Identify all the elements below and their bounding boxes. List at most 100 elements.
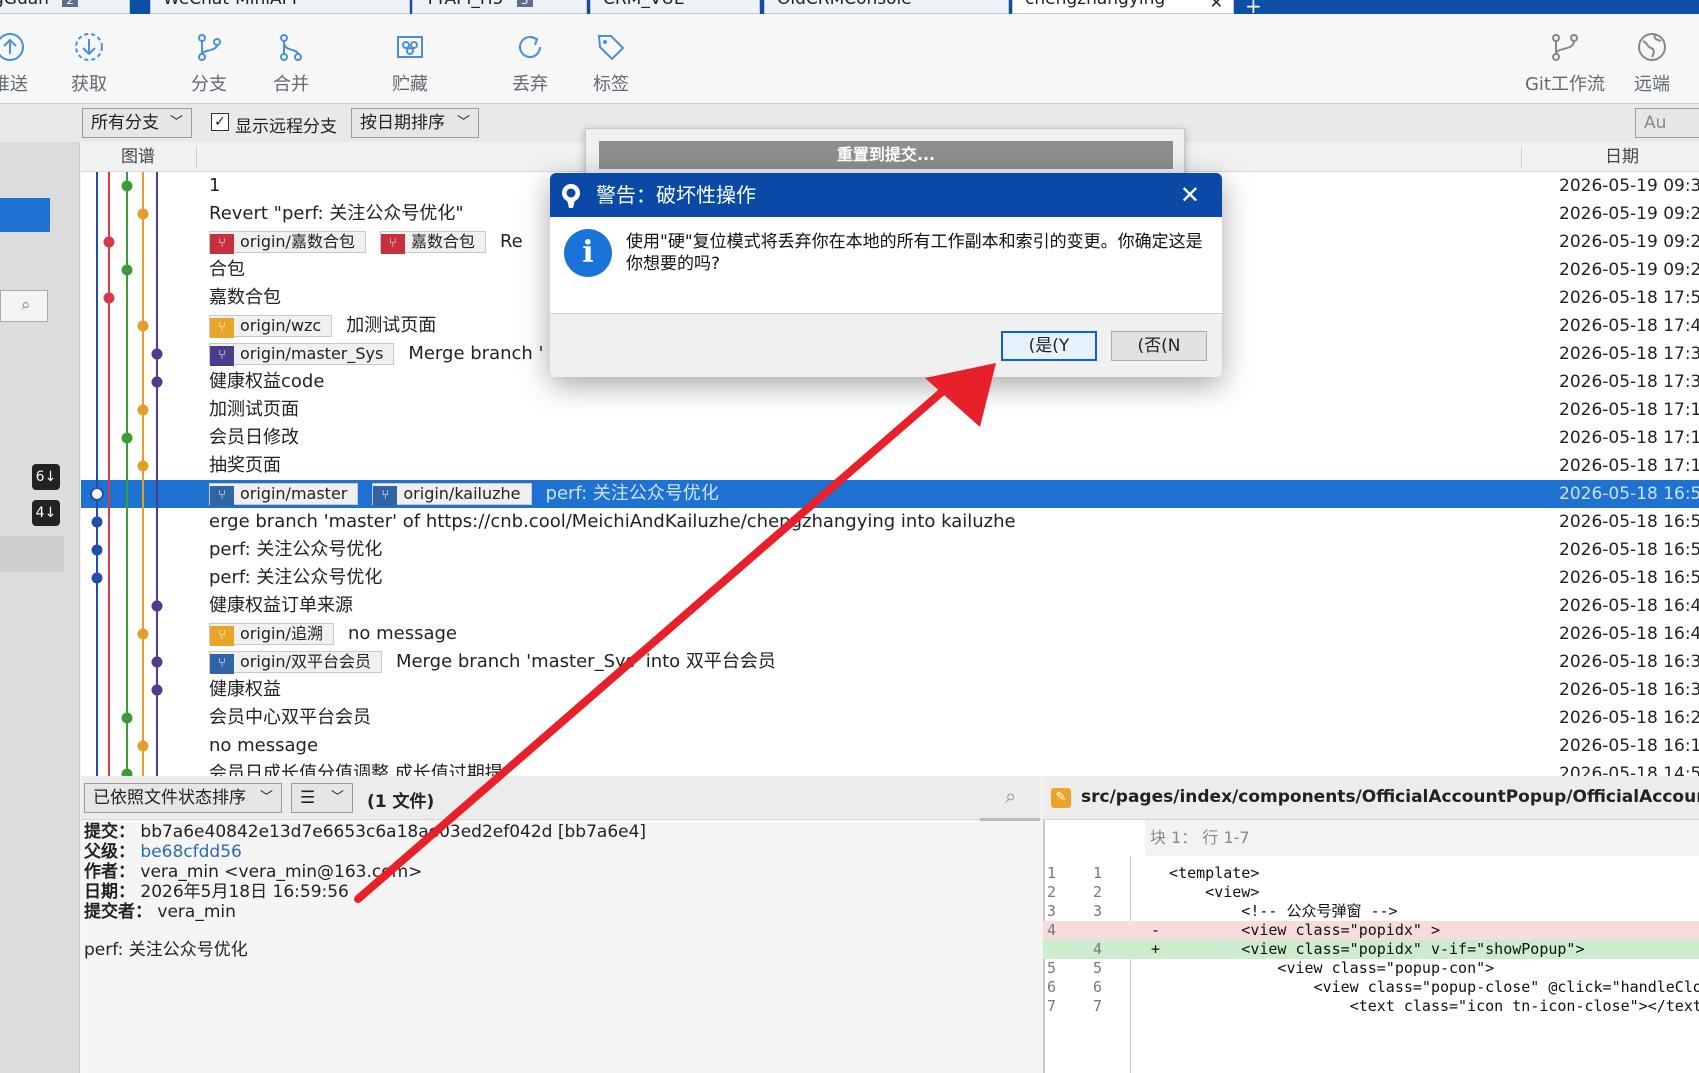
tab-label: gGuan [0, 0, 49, 9]
commit-summary: 健康权益订单来源 [209, 595, 353, 616]
file-view-select[interactable]: ☰ ﹀ [291, 783, 353, 813]
search-icon[interactable]: ⌕ [1005, 784, 1016, 808]
merge-button[interactable]: 合并 [256, 30, 326, 96]
commit-summary: 健康权益 [209, 679, 281, 700]
commit-graph [90, 172, 163, 776]
sidebar-selected-item[interactable] [0, 198, 50, 232]
search-field[interactable]: Au [1635, 108, 1699, 138]
diff-line-added[interactable]: 4 + <view class="popidx" v-if="showPopup"… [1043, 940, 1699, 959]
commit-author: vera_min <vera_min@163.com> [140, 862, 423, 882]
commit-row[interactable]: perf: 关注公众号优化 2026-05-18 16:5 [81, 564, 1699, 592]
commit-summary: 健康权益code [209, 371, 325, 392]
dialog-title-bar[interactable]: 警告：破坏性操作 ✕ [550, 173, 1222, 217]
file-sort-value: 已依照文件状态排序 [93, 788, 246, 808]
commit-row[interactable]: 会员中心双平台会员 2026-05-18 16:2 [81, 704, 1699, 732]
branch-button[interactable]: 分支 [174, 30, 244, 96]
stash-button[interactable]: 贮藏 [375, 30, 445, 96]
commit-summary: Re [499, 231, 523, 252]
show-remote-label: 显示远程分支 [235, 117, 337, 137]
parent-hash-link[interactable]: be68cfdd56 [140, 842, 241, 862]
diff-line[interactable]: 5 5 <view class="popup-con"> [1043, 959, 1699, 978]
commit-row[interactable]: ⑂ origin/追溯 no message 2026-05-18 16:4 [81, 620, 1699, 648]
branch-label[interactable]: ⑂ 嘉数合包 [379, 231, 486, 254]
commit-row[interactable]: 会员日修改 2026-05-18 17:1 [81, 424, 1699, 452]
fetch-button[interactable]: 获取 [54, 30, 124, 96]
committer: vera_min [157, 902, 236, 922]
behind-count-badge: 4↓ [32, 500, 60, 526]
close-icon[interactable]: ✕ [1180, 173, 1200, 217]
commit-row[interactable]: erge branch 'master' of https://cnb.cool… [81, 508, 1699, 536]
commit-row[interactable]: 抽奖页面 2026-05-18 17:1 [81, 452, 1699, 480]
commit-date-cell: 2026-05-18 14:5 [1559, 764, 1699, 776]
commit-row-message: 会员日修改 [209, 424, 299, 452]
column-header-graph[interactable]: 图谱 [121, 142, 155, 172]
tab-label: chengzhangying [1025, 0, 1165, 9]
branch-label[interactable]: ⑂ origin/master [209, 483, 359, 506]
commit-summary: perf: 关注公众号优化 [209, 539, 383, 560]
commit-date-cell: 2026-05-18 16:3 [1559, 652, 1699, 672]
commit-row-message: 加测试页面 [209, 396, 299, 424]
tab-repo-4[interactable]: CRM_VUE [590, 0, 760, 14]
file-sort-select[interactable]: 已依照文件状态排序 ﹀ [84, 783, 282, 813]
tab-close-icon[interactable]: ✕ [1210, 0, 1223, 11]
discard-button[interactable]: 丢弃 [495, 30, 565, 96]
commit-row[interactable]: 健康权益 2026-05-18 16:3 [81, 676, 1699, 704]
branch-label[interactable]: ⑂ origin/双平台会员 [209, 651, 382, 674]
commit-row-message: 健康权益code [209, 368, 324, 396]
diff-code: <text class="icon tn-icon-close"></text [1151, 997, 1699, 1015]
tab-repo-2[interactable]: WeChat-MiniAPI [150, 0, 410, 14]
destructive-warning-dialog: 警告：破坏性操作 ✕ i 使用"硬"复位模式将丢弃你在本地的所有工作副本和索引的… [550, 173, 1222, 377]
no-button[interactable]: (否(N [1111, 331, 1207, 361]
tab-repo-3[interactable]: YYAPI_H5 3 [412, 0, 587, 14]
commit-row[interactable]: 会员日成长值分值调整 成长值过期提 2026-05-18 14:5 [81, 760, 1699, 776]
commit-row[interactable]: ⑂ origin/双平台会员 Merge branch 'master_Sys' i… [81, 648, 1699, 676]
diff-line[interactable]: 3 3 <!-- 公众号弹窗 --> [1043, 902, 1699, 921]
detail-label: 作者： [84, 862, 135, 882]
tab-repo-active[interactable]: chengzhangying ✕ [1012, 0, 1234, 14]
commit-date-cell: 2026-05-19 09:2 [1559, 260, 1699, 280]
diff-line[interactable]: 7 7 <text class="icon tn-icon-close"></te… [1043, 997, 1699, 1016]
commit-summary: erge branch 'master' of https://cnb.cool… [209, 511, 1016, 532]
branch-label[interactable]: ⑂ origin/追溯 [209, 623, 334, 646]
diff-line[interactable]: 6 6 <view class="popup-close" @click="han… [1043, 978, 1699, 997]
diff-line[interactable]: 1 1 <template> [1043, 864, 1699, 883]
branch-label[interactable]: ⑂ origin/kailuzhe [372, 483, 532, 506]
splitter-handle[interactable] [980, 818, 1040, 821]
new-tab-button[interactable]: + [1245, 0, 1262, 14]
commit-row-message: 抽奖页面 [209, 452, 281, 480]
branch-label[interactable]: ⑂ origin/wzc [209, 315, 333, 338]
sort-select[interactable]: 按日期排序 ﹀ [351, 108, 479, 138]
commit-row[interactable]: 加测试页面 2026-05-18 17:1 [81, 396, 1699, 424]
commit-row[interactable]: no message 2026-05-18 16:1 [81, 732, 1699, 760]
diff-line-removed[interactable]: 4 - <view class="popidx" > [1043, 921, 1699, 940]
commit-date-cell: 2026-05-18 16:2 [1559, 708, 1699, 728]
sidebar-search-input[interactable]: ⌕ [0, 290, 48, 322]
branch-label[interactable]: ⑂ origin/嘉数合包 [209, 231, 366, 254]
tab-repo-1[interactable]: gGuan 2 [0, 0, 130, 14]
column-header-date[interactable]: 日期 [1605, 142, 1639, 172]
push-button[interactable]: 推送 [0, 30, 45, 96]
branch-label[interactable]: ⑂ origin/master_Sys [209, 343, 395, 366]
yes-button[interactable]: (是(Y [1001, 331, 1097, 361]
commit-date-cell: 2026-05-18 17:3 [1559, 344, 1699, 364]
branch-filter-select[interactable]: 所有分支 ﹀ [82, 108, 192, 138]
commit-summary: perf: 关注公众号优化 [209, 567, 383, 588]
commit-row-message: 会员中心双平台会员 [209, 704, 371, 732]
commit-date-cell: 2026-05-18 17:1 [1559, 428, 1699, 448]
commit-row[interactable]: ⑂ origin/master ⑂ origin/kailuzhe perf: 关注公众… [81, 480, 1699, 508]
chevron-down-icon: ﹀ [259, 790, 273, 805]
tab-repo-5[interactable]: OldCRMConsole [764, 0, 1009, 14]
branch-name: 嘉数合包 [410, 232, 475, 251]
show-remote-checkbox[interactable]: ✓ [211, 113, 229, 131]
search-icon: ⌕ [21, 295, 31, 315]
diff-new-line-number: 5 [1093, 959, 1103, 977]
tag-button[interactable]: 标签 [576, 30, 646, 96]
remote-button[interactable]: 远端 [1617, 30, 1687, 96]
diff-line[interactable]: 2 2 <view> [1043, 883, 1699, 902]
commit-row[interactable]: 健康权益订单来源 2026-05-18 16:4 [81, 592, 1699, 620]
diff-file-path: src/pages/index/components/OfficialAccou… [1081, 787, 1699, 807]
gitflow-button[interactable]: Git工作流 [1515, 30, 1615, 96]
commit-row[interactable]: perf: 关注公众号优化 2026-05-18 16:5 [81, 536, 1699, 564]
sidebar-highlight-row[interactable] [0, 536, 64, 572]
diff-hunk-header: 块 1： 行 1-7 [1145, 820, 1699, 856]
